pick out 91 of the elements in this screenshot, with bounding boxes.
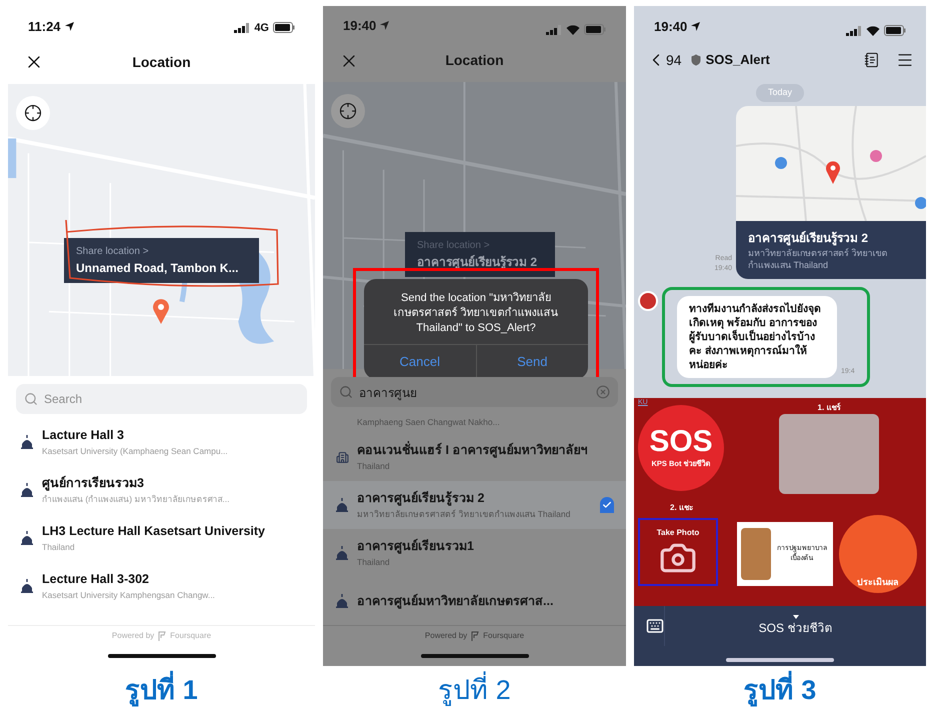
battery-icon	[273, 22, 295, 34]
figure-caption: รูปที่ 2	[438, 670, 511, 710]
dialog-message: Send the location "มหาวิทยาลัยเกษตรศาสตร์ วิทยาเขตกำแพงแสน Thailand" to SOS_Alert?	[392, 291, 560, 336]
screen-title: Location	[132, 52, 191, 72]
place-row[interactable]: อาคารศูนย์มหาวิทยาลัยเกษตรศาส...	[323, 577, 626, 626]
place-name: อาคารศูนย์มหาวิทยาลัยเกษตรศาส...	[357, 592, 554, 611]
callout-address: อาคารศูนย์เรียนรู้รวม 2	[417, 254, 538, 271]
figure-caption: รูปที่ 3	[744, 670, 816, 710]
shield-icon	[690, 54, 702, 66]
back-button[interactable]: 94	[646, 50, 682, 70]
landmark-icon	[21, 483, 33, 497]
battery-icon	[884, 25, 906, 36]
place-row[interactable]: ศูนย์การเรียนรวม3 กำแพงแสน (กำแพงแสน) มหาวิทยาลัยเกษตรศาส...	[8, 466, 315, 514]
keyboard-icon[interactable]	[646, 617, 664, 635]
location-arrow-icon	[380, 20, 390, 30]
powered-by-label: Powered by	[424, 630, 468, 642]
signal-icon	[546, 24, 562, 35]
place-detail: กำแพงแสน (กำแพงแสน) มหาวิทยาลัยเกษตรศาส...	[42, 493, 230, 506]
callout-address: Unnamed Road, Tambon K...	[76, 260, 240, 277]
wifi-icon	[566, 24, 580, 35]
landmark-icon	[336, 546, 348, 560]
status-time: 19:40	[654, 18, 688, 36]
place-row[interactable]: Lecture Hall 3-302 Kasetsart University Kamphengsan Changw...	[8, 562, 315, 610]
status-time: 11:24	[28, 18, 61, 36]
dialog-button[interactable]: Cancel	[364, 345, 476, 379]
search-icon	[339, 385, 353, 400]
network-label: 4G	[254, 20, 269, 36]
place-detail: Kamphaeng Saen Changwat Nakho...	[357, 416, 501, 429]
crosshair-icon	[339, 102, 357, 120]
place-name: ศูนย์การเรียนรวม3	[42, 474, 145, 493]
signal-icon	[234, 22, 250, 33]
search-field[interactable]: อาคารศูนย	[331, 377, 618, 408]
place-detail: Kasetsart University Kamphengsan Changw...	[42, 589, 216, 602]
evaluate-button[interactable]: ประเมินผล	[838, 515, 917, 593]
battery-icon	[584, 24, 606, 36]
flag-icon	[471, 631, 480, 642]
place-detail: มหาวิทยาลัยเกษตรศาสตร์ วิทยาเขตกำแพงแสน Thailand	[357, 508, 572, 521]
teddy-bear-placeholder	[740, 528, 771, 580]
bot-avatar	[638, 290, 658, 310]
notes-icon[interactable]	[864, 52, 880, 68]
place-row[interactable]: คอนเวนชั่นแฮร์ I อาคารศูนย์มหาวิทยาลัยฯ Thailand	[323, 433, 626, 482]
place-row[interactable]: Lacture Hall 3 Kasetsart University (Kamphaeng Sean Campu...	[8, 418, 315, 466]
take-photo-button[interactable]: Take Photo	[638, 518, 718, 586]
place-name: Lecture Hall 3-302	[42, 571, 150, 588]
building-icon	[336, 450, 348, 464]
message-bubble: ทางทีมงานกำลังส่งรถไปยังจุดเกิดเหตุ พร้อมกับ อาการของผู้รับบาดเจ็บเป็นอย่างไรบ้างคะ ส่งภาพเหตุการณ์มาให้หน่อยค่ะ	[677, 296, 837, 378]
place-detail: Thailand	[357, 460, 391, 473]
place-detail: Thailand	[42, 541, 76, 554]
search-icon	[24, 392, 38, 406]
menu-icon[interactable]	[896, 51, 914, 69]
wifi-icon	[866, 26, 880, 36]
place-detail: Kasetsart University (Kamphaeng Sean Campu...	[42, 445, 229, 458]
rich-menu-toggle[interactable]: SOS ช่วยชีวิต	[758, 619, 832, 637]
figure-caption: รูปที่ 1	[125, 670, 198, 710]
place-name: อาคารศูนย์เรียนรวม1	[357, 538, 475, 556]
place-name: คอนเวนชั่นแฮร์ I อาคารศูนย์มหาวิทยาลัยฯ	[357, 441, 588, 460]
location-pin-icon	[152, 298, 170, 324]
brand-label: Foursquare	[170, 630, 212, 642]
location-card[interactable]: อาคารศูนย์เรียนรู้รวม 2 มหาวิทยาลัยเกษตรศาสตร์ วิทยาเขตกำแพงแสน Thailand	[736, 106, 926, 278]
crosshair-icon	[24, 104, 42, 122]
place-name: Lacture Hall 3	[42, 427, 125, 444]
place-row[interactable]: อาคารศูนย์เรียนรู้รวม 2 มหาวิทยาลัยเกษตรศาสตร์ วิทยาเขตกำแพงแสน Thailand	[323, 481, 626, 530]
landmark-icon	[21, 579, 33, 593]
screen-title: Location	[445, 50, 504, 70]
chat-title: SOS_Alert	[706, 51, 770, 70]
card-title: อาคารศูนย์เรียนรู้รวม 2	[748, 230, 870, 246]
caret-icon	[792, 615, 798, 619]
selected-check-icon	[600, 497, 614, 514]
location-arrow-icon	[691, 22, 700, 31]
landmark-icon	[336, 594, 348, 608]
share-step-label: 1. แชร์	[818, 402, 840, 414]
brand-label: Foursquare	[483, 630, 524, 642]
search-field[interactable]: Search	[16, 384, 307, 414]
place-detail: Thailand	[357, 556, 391, 569]
flag-icon	[158, 631, 166, 641]
signal-icon	[846, 26, 862, 36]
place-row[interactable]: อาคารศูนย์เรียนรวม1 Thailand	[323, 529, 626, 578]
landmark-icon	[336, 498, 348, 512]
landmark-icon	[21, 531, 33, 545]
callout-hint: Share location >	[76, 245, 150, 259]
place-name: อาคารศูนย์เรียนรู้รวม 2	[357, 490, 486, 508]
date-pill: Today	[756, 84, 804, 102]
share-location-callout[interactable]: Share location > Unnamed Road, Tambon K...	[64, 238, 259, 283]
status-time: 19:40	[343, 16, 376, 35]
snap-step-label: 2. แชะ	[670, 502, 694, 514]
place-name: LH3 Lecture Hall Kasetsart University	[42, 523, 266, 540]
location-arrow-icon	[64, 22, 74, 31]
place-row[interactable]: LH3 Lecture Hall Kasetsart University Thailand	[8, 514, 315, 562]
card-address: มหาวิทยาลัยเกษตรศาสตร์ วิทยาเขตกำแพงแสน Thailand	[748, 246, 889, 270]
powered-by-label: Powered by	[112, 630, 154, 642]
landmark-icon	[21, 435, 33, 449]
